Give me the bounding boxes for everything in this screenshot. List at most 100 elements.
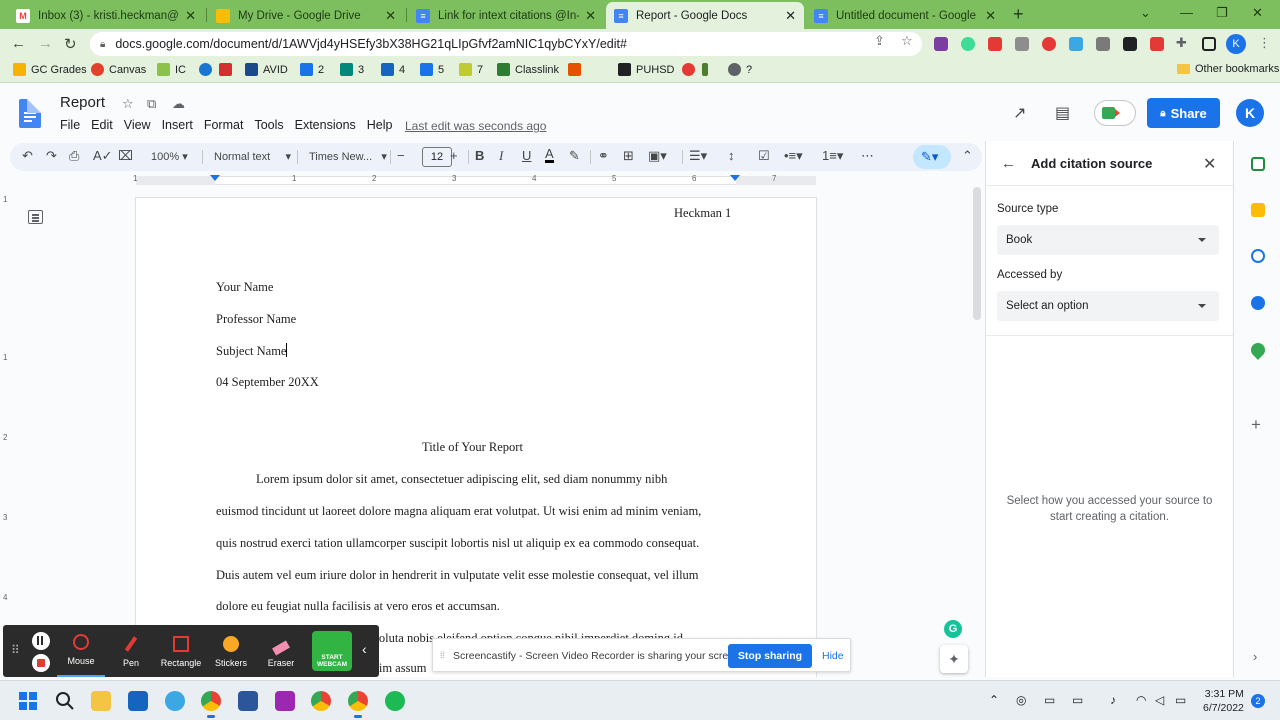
menu-insert[interactable]: Insert [162, 118, 193, 132]
calendar-icon[interactable] [1251, 157, 1265, 171]
notification-badge[interactable]: 2 [1251, 694, 1265, 708]
extension-icon[interactable] [1042, 37, 1056, 51]
underline-icon[interactable]: U [522, 148, 531, 163]
extension-icon[interactable] [988, 37, 1002, 51]
profile-avatar[interactable]: K [1226, 34, 1246, 54]
chrome-icon[interactable] [348, 691, 368, 718]
extension-icon[interactable] [1096, 37, 1110, 51]
close-icon[interactable]: ✕ [1203, 154, 1216, 174]
mouse-tool-button[interactable]: Mouse [57, 625, 105, 677]
bookmark-question[interactable]: ? [728, 63, 752, 76]
font-select[interactable]: Times New... ▾ [309, 150, 387, 163]
redo-icon[interactable]: ↷ [46, 148, 57, 164]
tab-search-icon[interactable]: ⌄ [1140, 5, 1151, 21]
tab-gmail[interactable]: M Inbox (3) - kristi.heckman@puhsd ✕ [8, 2, 204, 29]
italic-icon[interactable]: I [499, 148, 503, 164]
word-icon[interactable] [238, 691, 258, 711]
bold-icon[interactable]: B [475, 148, 484, 163]
bookmark-3[interactable]: 3 [340, 63, 364, 76]
extension-icon[interactable] [1069, 37, 1083, 51]
bookmark-avid[interactable]: AVID [245, 63, 288, 76]
forward-arrow-icon[interactable]: → [38, 35, 53, 52]
menu-tools[interactable]: Tools [254, 118, 283, 132]
rectangle-tool-button[interactable]: Rectangle [157, 625, 205, 677]
keep-icon[interactable] [1251, 203, 1265, 217]
highlight-color-icon[interactable]: ✎ [569, 148, 580, 164]
insert-image-icon[interactable]: ▣▾ [648, 148, 667, 164]
close-icon[interactable]: ✕ [385, 8, 396, 24]
add-comment-icon[interactable]: ⊞ [623, 148, 634, 164]
vertical-scrollbar[interactable] [973, 187, 981, 320]
extension-icon[interactable] [1150, 37, 1164, 51]
tab-drive[interactable]: My Drive - Google Drive ✕ [208, 2, 404, 29]
bookmark-5[interactable]: 5 [420, 63, 444, 76]
close-icon[interactable]: ✕ [985, 8, 996, 24]
new-tab-icon[interactable]: + [1013, 4, 1024, 25]
start-webcam-button[interactable]: START WEBCAM [312, 631, 352, 671]
checklist-icon[interactable]: ☑ [758, 148, 770, 164]
numbered-list-icon[interactable]: 1≡▾ [822, 148, 843, 164]
chevron-left-icon[interactable]: ‹ [362, 641, 367, 657]
back-arrow-icon[interactable]: ← [1001, 155, 1016, 172]
system-clock[interactable]: 3:31 PM 6/7/2022 [1203, 687, 1244, 715]
horizontal-ruler[interactable]: 1 1 2 3 4 5 6 7 [133, 173, 816, 187]
last-edit-link[interactable]: Last edit was seconds ago [405, 119, 546, 133]
minimize-icon[interactable]: — [1180, 5, 1193, 20]
battery-icon[interactable]: ▭ [1175, 693, 1186, 707]
network-app-icon[interactable]: ◎ [1016, 693, 1026, 707]
side-panel-icon[interactable] [1202, 37, 1216, 51]
move-folder-icon[interactable]: ⧉ [147, 96, 156, 112]
browser-menu-icon[interactable]: ⋮ [1258, 35, 1271, 51]
maps-icon[interactable] [1248, 340, 1268, 360]
bookmark-gc-grades[interactable]: GC Grades [13, 63, 87, 76]
paragraph-style-select[interactable]: Normal text ▾ [214, 150, 291, 163]
pause-icon[interactable] [32, 632, 50, 650]
print-icon[interactable]: ⎙ [69, 148, 79, 164]
bookmark-icon-only[interactable] [219, 63, 237, 76]
bookmark-icon-only[interactable] [568, 63, 586, 76]
store-icon[interactable] [128, 691, 148, 711]
bookmark-canvas[interactable]: Canvas [91, 63, 146, 76]
comments-icon[interactable]: ▤ [1055, 103, 1070, 123]
chrome-icon[interactable] [201, 691, 221, 718]
menu-format[interactable]: Format [204, 118, 244, 132]
maximize-icon[interactable]: ❐ [1216, 5, 1228, 21]
file-explorer-icon[interactable] [91, 691, 111, 711]
tab-report[interactable]: ≡ Report - Google Docs ✕ [606, 2, 804, 29]
account-avatar[interactable]: K [1236, 99, 1264, 127]
extensions-puzzle-icon[interactable]: ✚ [1176, 35, 1187, 51]
reload-icon[interactable]: ↻ [64, 35, 77, 53]
tab-untitled-document[interactable]: ≡ Untitled document - Google Doc ✕ [806, 2, 1004, 29]
document-canvas[interactable]: 1 1 2 3 4 Heckman 1 Your Name Professor … [0, 187, 982, 677]
undo-icon[interactable]: ↶ [22, 148, 33, 164]
close-icon[interactable]: ✕ [185, 8, 196, 24]
document-outline-icon[interactable] [28, 210, 43, 224]
text-color-icon[interactable]: A [545, 147, 554, 163]
bookmark-puhsd[interactable]: PUHSD [618, 63, 675, 76]
chrome-icon[interactable] [311, 691, 331, 711]
bulleted-list-icon[interactable]: •≡▾ [784, 148, 803, 164]
close-icon[interactable]: ✕ [785, 8, 796, 24]
bookmark-4[interactable]: 4 [381, 63, 405, 76]
right-indent-marker[interactable] [730, 175, 740, 181]
extension-icon[interactable] [1123, 37, 1137, 51]
bookmark-2[interactable]: 2 [300, 63, 324, 76]
zoom-select[interactable]: 100% ▾ [151, 150, 188, 163]
tab-intext-citations[interactable]: ≡ Link for intext citations @In-text ✕ [408, 2, 604, 29]
more-options-icon[interactable]: ⋯ [861, 148, 874, 164]
extension-icon[interactable] [934, 37, 948, 51]
volume-icon[interactable]: ◁ [1155, 693, 1164, 707]
chevron-up-icon[interactable]: ⌃ [989, 693, 999, 707]
stickers-tool-button[interactable]: Stickers [207, 625, 255, 677]
cloud-saved-icon[interactable]: ☁︎ [172, 96, 185, 112]
stop-sharing-button[interactable]: Stop sharing [728, 644, 812, 668]
pen-tool-button[interactable]: Pen [107, 625, 155, 677]
decrease-font-size-icon[interactable]: − [397, 148, 405, 163]
bookmark-7[interactable]: 7 [459, 63, 483, 76]
spellcheck-icon[interactable]: A✓ [93, 148, 113, 164]
tray-app-icon[interactable]: ▭ [1072, 693, 1083, 707]
microphone-icon[interactable]: ♪ [1110, 693, 1116, 707]
document-page[interactable]: Heckman 1 Your Name Professor Name Subje… [136, 198, 816, 677]
menu-file[interactable]: File [60, 118, 80, 132]
windows-start-icon[interactable] [18, 691, 38, 711]
